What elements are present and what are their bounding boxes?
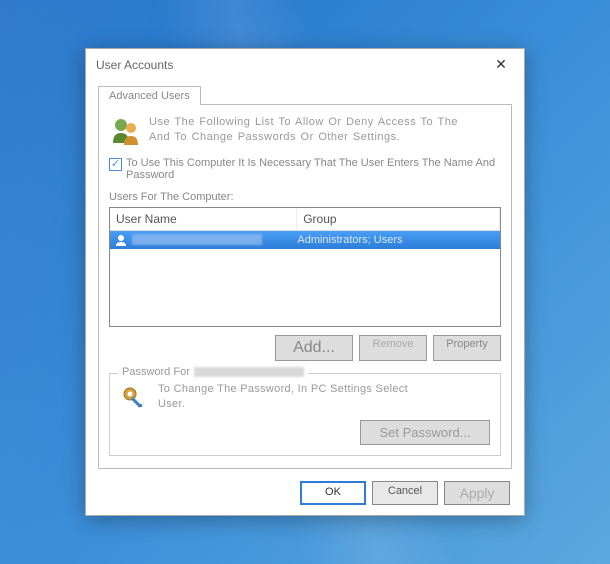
column-group[interactable]: Group (297, 208, 500, 230)
password-text: To Change The Password, In PC Settings S… (158, 382, 408, 413)
username-redacted (132, 234, 262, 245)
password-line1: To Change The Password, In PC Settings S… (158, 382, 408, 397)
user-row-icon (114, 233, 128, 247)
user-accounts-dialog: User Accounts ✕ Advanced Users Use The F… (85, 48, 525, 517)
cancel-button[interactable]: Cancel (372, 481, 438, 505)
set-password-button[interactable]: Set Password... (360, 420, 490, 445)
table-row[interactable]: Administrators; Users (110, 231, 500, 249)
intro-line2: And To Change Passwords Or Other Setting… (149, 130, 458, 145)
users-for-computer-label: Users For The Computer: (109, 191, 501, 203)
tab-panel: Use The Following List To Allow Or Deny … (98, 105, 512, 470)
tab-advanced-users[interactable]: Advanced Users (98, 86, 201, 105)
close-button[interactable]: ✕ (486, 55, 516, 75)
table-header: User Name Group (110, 208, 500, 231)
set-password-row: Set Password... (120, 420, 490, 445)
intro-row: Use The Following List To Allow Or Deny … (109, 115, 501, 147)
column-username[interactable]: User Name (110, 208, 297, 230)
remove-button[interactable]: Remove (359, 335, 427, 361)
key-icon (120, 384, 148, 412)
users-button-row: Add... Remove Property (109, 335, 501, 361)
ok-button[interactable]: OK (300, 481, 366, 505)
cell-group: Administrators; Users (297, 234, 496, 246)
titlebar: User Accounts ✕ (86, 49, 524, 81)
apply-button[interactable]: Apply (444, 481, 510, 505)
password-legend-redacted (194, 367, 304, 377)
password-fieldset: Password For To Change The Password, In … (109, 373, 501, 457)
users-table[interactable]: User Name Group Administrators; Users (109, 207, 501, 327)
require-password-checkbox-row[interactable]: ✓ To Use This Computer It Is Necessary T… (109, 157, 501, 181)
dialog-content: Advanced Users Use The Following List To… (86, 81, 524, 516)
tab-strip: Advanced Users (98, 85, 512, 105)
dialog-button-row: OK Cancel Apply (98, 481, 512, 505)
close-icon: ✕ (495, 56, 507, 73)
password-legend: Password For (118, 366, 308, 378)
users-icon (109, 115, 141, 147)
cell-username (114, 233, 297, 247)
property-button[interactable]: Property (433, 335, 501, 361)
add-button[interactable]: Add... (275, 335, 353, 361)
checkbox-label: To Use This Computer It Is Necessary Tha… (126, 157, 501, 181)
intro-text: Use The Following List To Allow Or Deny … (149, 115, 458, 147)
password-legend-text: Password For (122, 366, 190, 378)
password-row: To Change The Password, In PC Settings S… (120, 382, 490, 413)
checkbox-icon[interactable]: ✓ (109, 158, 122, 171)
dialog-title: User Accounts (96, 58, 173, 72)
password-line2: User. (158, 397, 408, 412)
intro-line1: Use The Following List To Allow Or Deny … (149, 115, 458, 130)
